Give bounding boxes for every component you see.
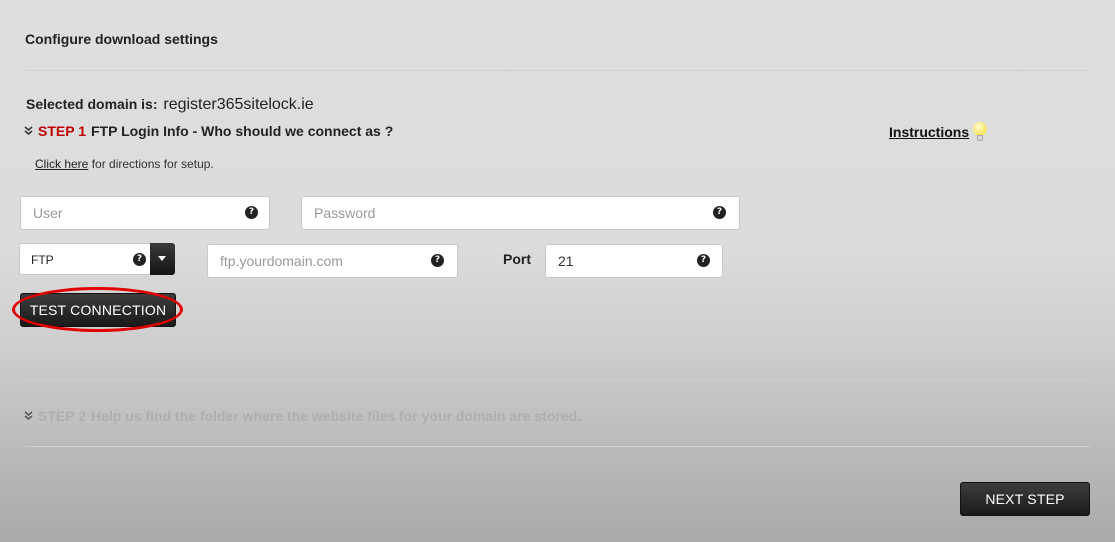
page-title: Configure download settings [25,31,218,47]
port-value: 21 [558,253,574,269]
protocol-select-value[interactable]: FTP [19,243,150,275]
instructions-link[interactable]: Instructions [889,122,988,142]
divider-middle [25,380,1090,381]
step2-header[interactable]: STEP 2 Help us find the folder where the… [24,408,581,424]
password-input[interactable]: Password ? [301,196,740,230]
port-label: Port [503,251,531,267]
protocol-select[interactable]: FTP ? [19,243,175,275]
step2-number: STEP 2 [38,408,86,424]
question-circle-icon[interactable]: ? [245,206,258,219]
chevron-double-down-icon [24,410,34,422]
dropdown-button[interactable] [150,243,175,275]
click-here-link[interactable]: Click here [35,157,88,171]
question-circle-icon[interactable]: ? [431,254,444,267]
user-placeholder: User [33,205,63,221]
password-placeholder: Password [314,205,376,221]
selected-domain-label: Selected domain is: [26,96,158,112]
selected-domain-value: register365sitelock.ie [163,96,314,113]
step1-number: STEP 1 [38,123,86,139]
next-step-button[interactable]: NEXT STEP [960,482,1090,516]
highlight-ring [12,287,183,332]
question-circle-icon[interactable]: ? [133,253,146,266]
ftp-host-placeholder: ftp.yourdomain.com [220,253,343,269]
port-input[interactable]: 21 ? [545,244,723,278]
setup-directions: Click here for directions for setup. [35,157,214,171]
divider-bottom [25,446,1090,447]
question-circle-icon[interactable]: ? [697,254,710,267]
step1-title: FTP Login Info - Who should we connect a… [91,123,394,139]
setup-directions-text: for directions for setup. [88,157,214,171]
step1-header[interactable]: STEP 1 FTP Login Info - Who should we co… [24,123,393,139]
question-circle-icon[interactable]: ? [713,206,726,219]
ftp-host-input[interactable]: ftp.yourdomain.com ? [207,244,458,278]
instructions-label: Instructions [889,124,970,140]
divider-top [25,70,1090,71]
selected-domain: Selected domain is: register365sitelock.… [26,96,314,114]
step2-title: Help us find the folder where the websit… [91,408,582,424]
caret-down-icon [158,256,166,261]
lightbulb-icon [973,122,988,142]
chevron-double-down-icon [24,125,34,137]
user-input[interactable]: User ? [20,196,270,230]
